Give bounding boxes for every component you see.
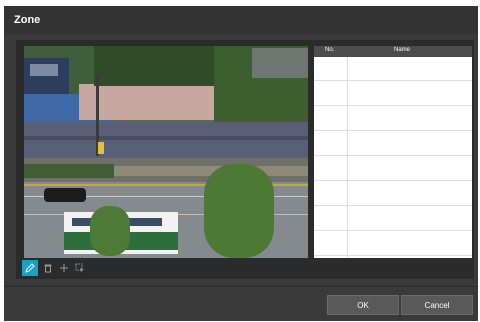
draw-zone-icon xyxy=(25,263,35,273)
delete-icon xyxy=(44,264,52,273)
column-header-name[interactable]: Name xyxy=(394,47,410,53)
cancel-button[interactable]: Cancel xyxy=(401,295,473,315)
zone-editor-panel: No. Name xyxy=(16,40,474,279)
zone-table: No. Name xyxy=(314,46,472,258)
move-icon xyxy=(60,264,68,272)
zone-toolbar xyxy=(22,260,112,276)
select-zone-button[interactable] xyxy=(72,260,88,276)
table-row[interactable] xyxy=(314,107,472,131)
move-zone-button[interactable] xyxy=(56,260,72,276)
table-row[interactable] xyxy=(314,207,472,231)
table-row[interactable] xyxy=(314,82,472,106)
dialog-titlebar[interactable]: Zone xyxy=(4,6,478,34)
table-row[interactable] xyxy=(314,182,472,206)
table-row[interactable] xyxy=(314,57,472,81)
dialog-footer: OK Cancel xyxy=(4,286,478,321)
delete-zone-button[interactable] xyxy=(40,260,56,276)
camera-preview[interactable] xyxy=(24,46,308,258)
table-row[interactable] xyxy=(314,232,472,256)
zone-dialog: Zone No. Name OK Cancel xyxy=(4,6,478,321)
column-header-no[interactable]: No. xyxy=(325,47,334,53)
dialog-title: Zone xyxy=(14,14,41,26)
select-icon xyxy=(75,263,84,273)
draw-zone-button[interactable] xyxy=(22,260,38,276)
zone-table-header: No. Name xyxy=(314,46,472,57)
table-row[interactable] xyxy=(314,157,472,181)
ok-button[interactable]: OK xyxy=(327,295,399,315)
table-row[interactable] xyxy=(314,132,472,156)
column-divider xyxy=(347,57,348,258)
